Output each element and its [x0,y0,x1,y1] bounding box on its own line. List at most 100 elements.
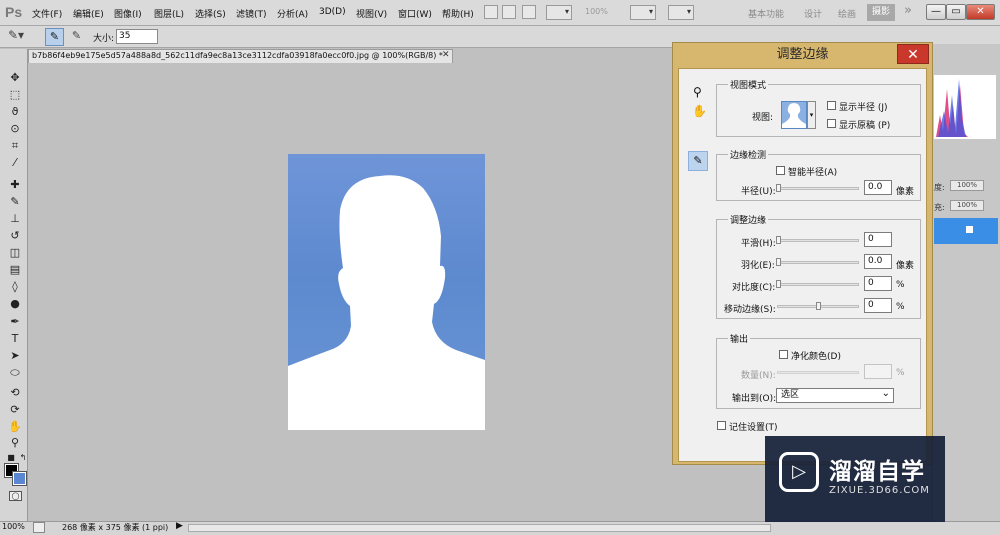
horizontal-scrollbar[interactable] [188,524,771,532]
output-to-select[interactable]: 选区 [776,387,894,403]
quick-mask-icon[interactable]: ◯ [9,491,22,501]
mini-bridge-icon[interactable] [502,5,516,19]
status-zoom[interactable]: 100% [2,522,25,531]
smooth-slider[interactable] [777,239,859,242]
smooth-slider-thumb[interactable] [776,236,781,244]
amount-slider[interactable] [777,371,859,374]
menu-select[interactable]: 选择(S) [195,7,226,20]
document-close-icon[interactable]: ✕ [442,50,450,60]
history-brush-tool-icon[interactable]: ↺ [8,229,22,243]
bridge-icon[interactable] [484,5,498,19]
smooth-input[interactable]: 0 [864,232,892,247]
eraser-tool-icon[interactable]: ◫ [8,246,22,260]
menu-window[interactable]: 窗口(W) [398,7,432,20]
screen-mode-menu[interactable] [668,5,694,20]
path-selection-tool-icon[interactable]: ➤ [8,349,22,363]
document-tab-title: b7b86f4eb9e175e5d57a488a8d_562c11dfa9ec8… [32,51,443,60]
feather-slider-thumb[interactable] [776,258,781,266]
contrast-input[interactable]: 0 [864,276,892,291]
decontaminate-checkbox[interactable] [779,350,788,359]
dialog-close-button[interactable]: ✕ [897,44,929,64]
clone-stamp-tool-icon[interactable]: ⊥ [8,212,22,226]
hand-tool-icon[interactable]: ✋ [8,420,22,434]
zoom-level-select[interactable]: 100% [585,7,608,16]
shift-edge-slider-thumb[interactable] [816,302,821,310]
tool-preset-icon[interactable]: ✎▾ [8,28,24,42]
minimize-button[interactable]: — [926,4,946,20]
workspace-essentials[interactable]: 基本功能 [748,7,784,20]
show-original-checkbox[interactable] [827,119,836,128]
marquee-tool-icon[interactable]: ⬚ [8,88,22,102]
remember-settings-checkbox[interactable] [717,421,726,430]
shift-edge-input[interactable]: 0 [864,298,892,313]
workspace-design[interactable]: 设计 [804,7,822,20]
healing-brush-tool-icon[interactable]: ✚ [8,178,22,192]
size-label: 大小: [93,34,115,44]
workspace-more-icon[interactable]: » [904,3,912,18]
view-mode-dropdown[interactable]: ▾ [807,101,816,129]
refine-radius-brush-icon[interactable]: ✎ [45,28,64,46]
view-mode-thumbnail[interactable] [781,101,807,129]
zoom-tool-icon[interactable]: ⚲ [8,436,22,450]
menu-help[interactable]: 帮助(H) [442,7,474,20]
eyedropper-tool-icon[interactable]: ⁄ [8,156,22,170]
menu-view[interactable]: 视图(V) [356,7,387,20]
opacity-field[interactable]: 100% [950,180,984,191]
shape-tool-icon[interactable]: ⬭ [8,366,22,380]
fill-field[interactable]: 100% [950,200,984,211]
feather-input[interactable]: 0.0 [864,254,892,269]
arrange-documents-menu[interactable] [630,5,656,20]
layer-lock-icon [966,226,973,233]
menu-edit[interactable]: 编辑(E) [73,7,104,20]
menu-image[interactable]: 图像(I) [114,7,142,20]
view-mode-title: 视图模式 [728,78,769,91]
background-color-swatch[interactable] [12,471,27,486]
type-tool-icon[interactable]: T [8,332,22,346]
remember-settings-label: 记住设置(T) [729,423,778,433]
3d-orbit-tool-icon[interactable]: ⟳ [8,403,22,417]
contrast-slider-thumb[interactable] [776,280,781,288]
menu-filter[interactable]: 滤镜(T) [236,7,267,20]
move-tool-icon[interactable]: ✥ [8,71,22,85]
workspace-painting[interactable]: 绘画 [838,7,856,20]
feather-slider[interactable] [777,261,859,264]
restore-button[interactable]: ▭ [946,4,966,20]
document-canvas-photo[interactable] [288,154,485,430]
quick-select-tool-icon[interactable]: ⊙ [8,122,22,136]
menu-file[interactable]: 文件(F) [32,7,62,20]
refine-radius-tool-icon[interactable]: ✎ [688,151,708,171]
amount-unit: % [896,368,905,378]
guides-icon[interactable] [522,5,536,19]
contrast-slider[interactable] [777,283,859,286]
hand-icon[interactable]: ✋ [692,104,707,118]
histogram-graph [936,79,968,137]
swap-colors-icon[interactable]: ↰ [16,451,30,465]
radius-input[interactable]: 0.0 [864,180,892,195]
status-menu-arrow[interactable]: ▶ [176,521,183,531]
erase-refinement-brush-icon[interactable]: ✎ [67,28,86,46]
workspace-photography[interactable]: 摄影 [867,4,895,21]
status-zoom-icon[interactable] [33,522,45,533]
pen-tool-icon[interactable]: ✒ [8,315,22,329]
zoom-level-menu[interactable] [546,5,572,20]
close-window-button[interactable]: ✕ [966,4,995,20]
gradient-tool-icon[interactable]: ▤ [8,263,22,277]
dodge-tool-icon[interactable]: ● [8,297,22,311]
zoom-icon[interactable]: ⚲ [693,85,702,99]
menu-3d[interactable]: 3D(D) [319,7,346,17]
amount-input[interactable] [864,364,892,379]
show-radius-checkbox[interactable] [827,101,836,110]
menu-analysis[interactable]: 分析(A) [277,7,308,20]
radius-slider[interactable] [777,187,859,190]
crop-tool-icon[interactable]: ⌗ [8,139,22,153]
size-input[interactable]: 35 [116,29,158,44]
lasso-tool-icon[interactable]: ϑ [8,105,22,119]
person-silhouette [288,175,485,430]
smart-radius-checkbox[interactable] [776,166,785,175]
radius-slider-thumb[interactable] [776,184,781,192]
brush-tool-icon[interactable]: ✎ [8,195,22,209]
menu-layer[interactable]: 图层(L) [154,7,184,20]
3d-rotate-tool-icon[interactable]: ⟲ [8,386,22,400]
feather-label: 羽化(E): [741,261,775,271]
blur-tool-icon[interactable]: ◊ [8,280,22,294]
